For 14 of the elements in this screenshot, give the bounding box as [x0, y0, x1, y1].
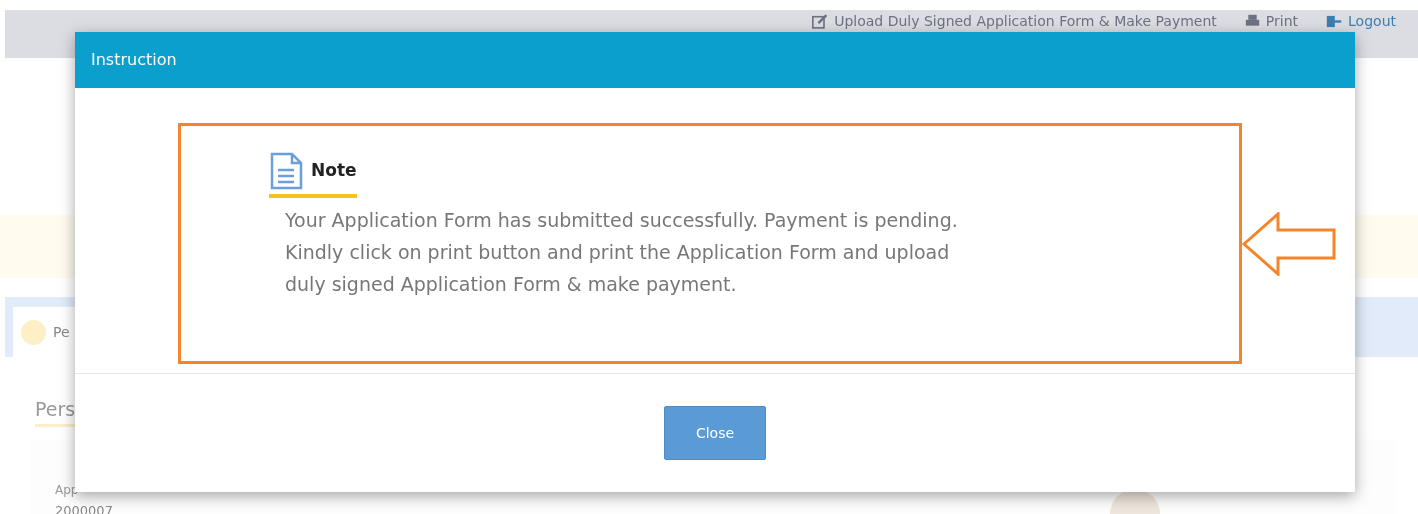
note-message: Your Application Form has submitted successfully. Payment is pending. Kindly click on print button and print the Application Form and upload duly signed Application Form & make payment. — [285, 208, 959, 297]
logout-icon — [1326, 13, 1343, 29]
nav-link[interactable]: Print — [1244, 12, 1299, 30]
nav-link[interactable]: Upload Duly Signed Application Form & Make Payment — [812, 12, 1217, 30]
printer-icon — [1244, 13, 1260, 29]
field-value: 2000007 — [55, 501, 114, 514]
tab-label: Pe — [53, 322, 70, 342]
document-icon — [269, 152, 303, 190]
edit-icon — [812, 13, 829, 29]
modal-title: Instruction — [91, 49, 177, 71]
close-button[interactable]: Close — [664, 406, 766, 460]
nav-link[interactable]: Logout — [1326, 12, 1396, 30]
tab-icon — [21, 319, 46, 345]
note-heading: Note — [269, 152, 357, 198]
